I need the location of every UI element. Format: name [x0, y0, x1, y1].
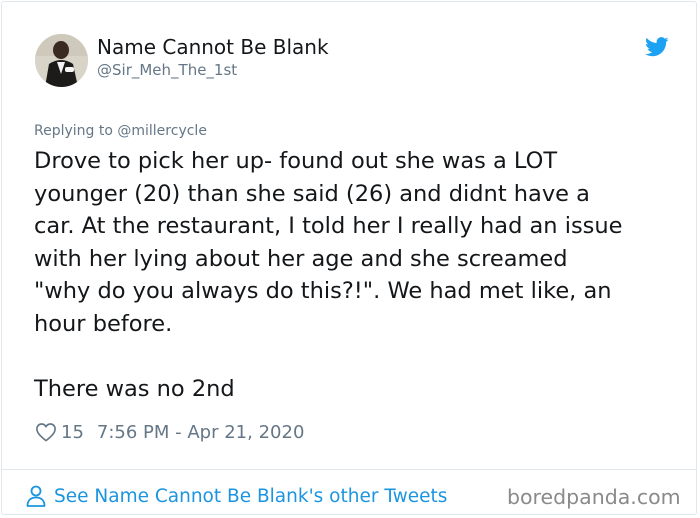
heart-outline-icon[interactable] — [35, 422, 57, 442]
other-tweets-label[interactable]: See Name Cannot Be Blank's other Tweets — [54, 486, 447, 507]
like-count: 15 — [61, 421, 84, 443]
tweet-text-line: with her lying about her age and she scr… — [34, 245, 568, 272]
person-outline-icon — [26, 485, 46, 507]
tweet-text-line: Drove to pick her up- found out she was … — [34, 148, 558, 174]
tweet-text-line: There was no 2nd — [34, 376, 235, 403]
boredpanda-watermark: boredpanda.com — [507, 485, 681, 509]
tweet-text-line: younger (20) than she said (26) and didn… — [34, 180, 590, 207]
replying-to[interactable]: Replying to @millercycle — [34, 122, 207, 140]
avatar-photo — [35, 34, 88, 87]
tweet-text-line: "why do you always do this?!". We had me… — [34, 278, 612, 305]
user-handle[interactable]: @Sir_Meh_The_1st — [97, 61, 237, 79]
tweet-text-line: car. At the restaurant, I told her I rea… — [34, 213, 623, 240]
twitter-bird-icon[interactable] — [645, 37, 669, 57]
other-tweets-link[interactable]: See Name Cannot Be Blank's other Tweets — [26, 483, 447, 509]
tweet-text-line: hour before. — [34, 310, 173, 337]
avatar[interactable] — [35, 34, 88, 87]
tweet-card: Name Cannot Be Blank @Sir_Meh_The_1st Re… — [1, 1, 697, 515]
tweet-text: Drove to pick her up- found out she was … — [34, 145, 674, 406]
footer-divider — [2, 469, 696, 470]
tweet-meta: 15 7:56 PM - Apr 21, 2020 — [35, 420, 304, 444]
tweet-timestamp[interactable]: 7:56 PM - Apr 21, 2020 — [97, 422, 304, 443]
display-name[interactable]: Name Cannot Be Blank — [97, 35, 329, 59]
